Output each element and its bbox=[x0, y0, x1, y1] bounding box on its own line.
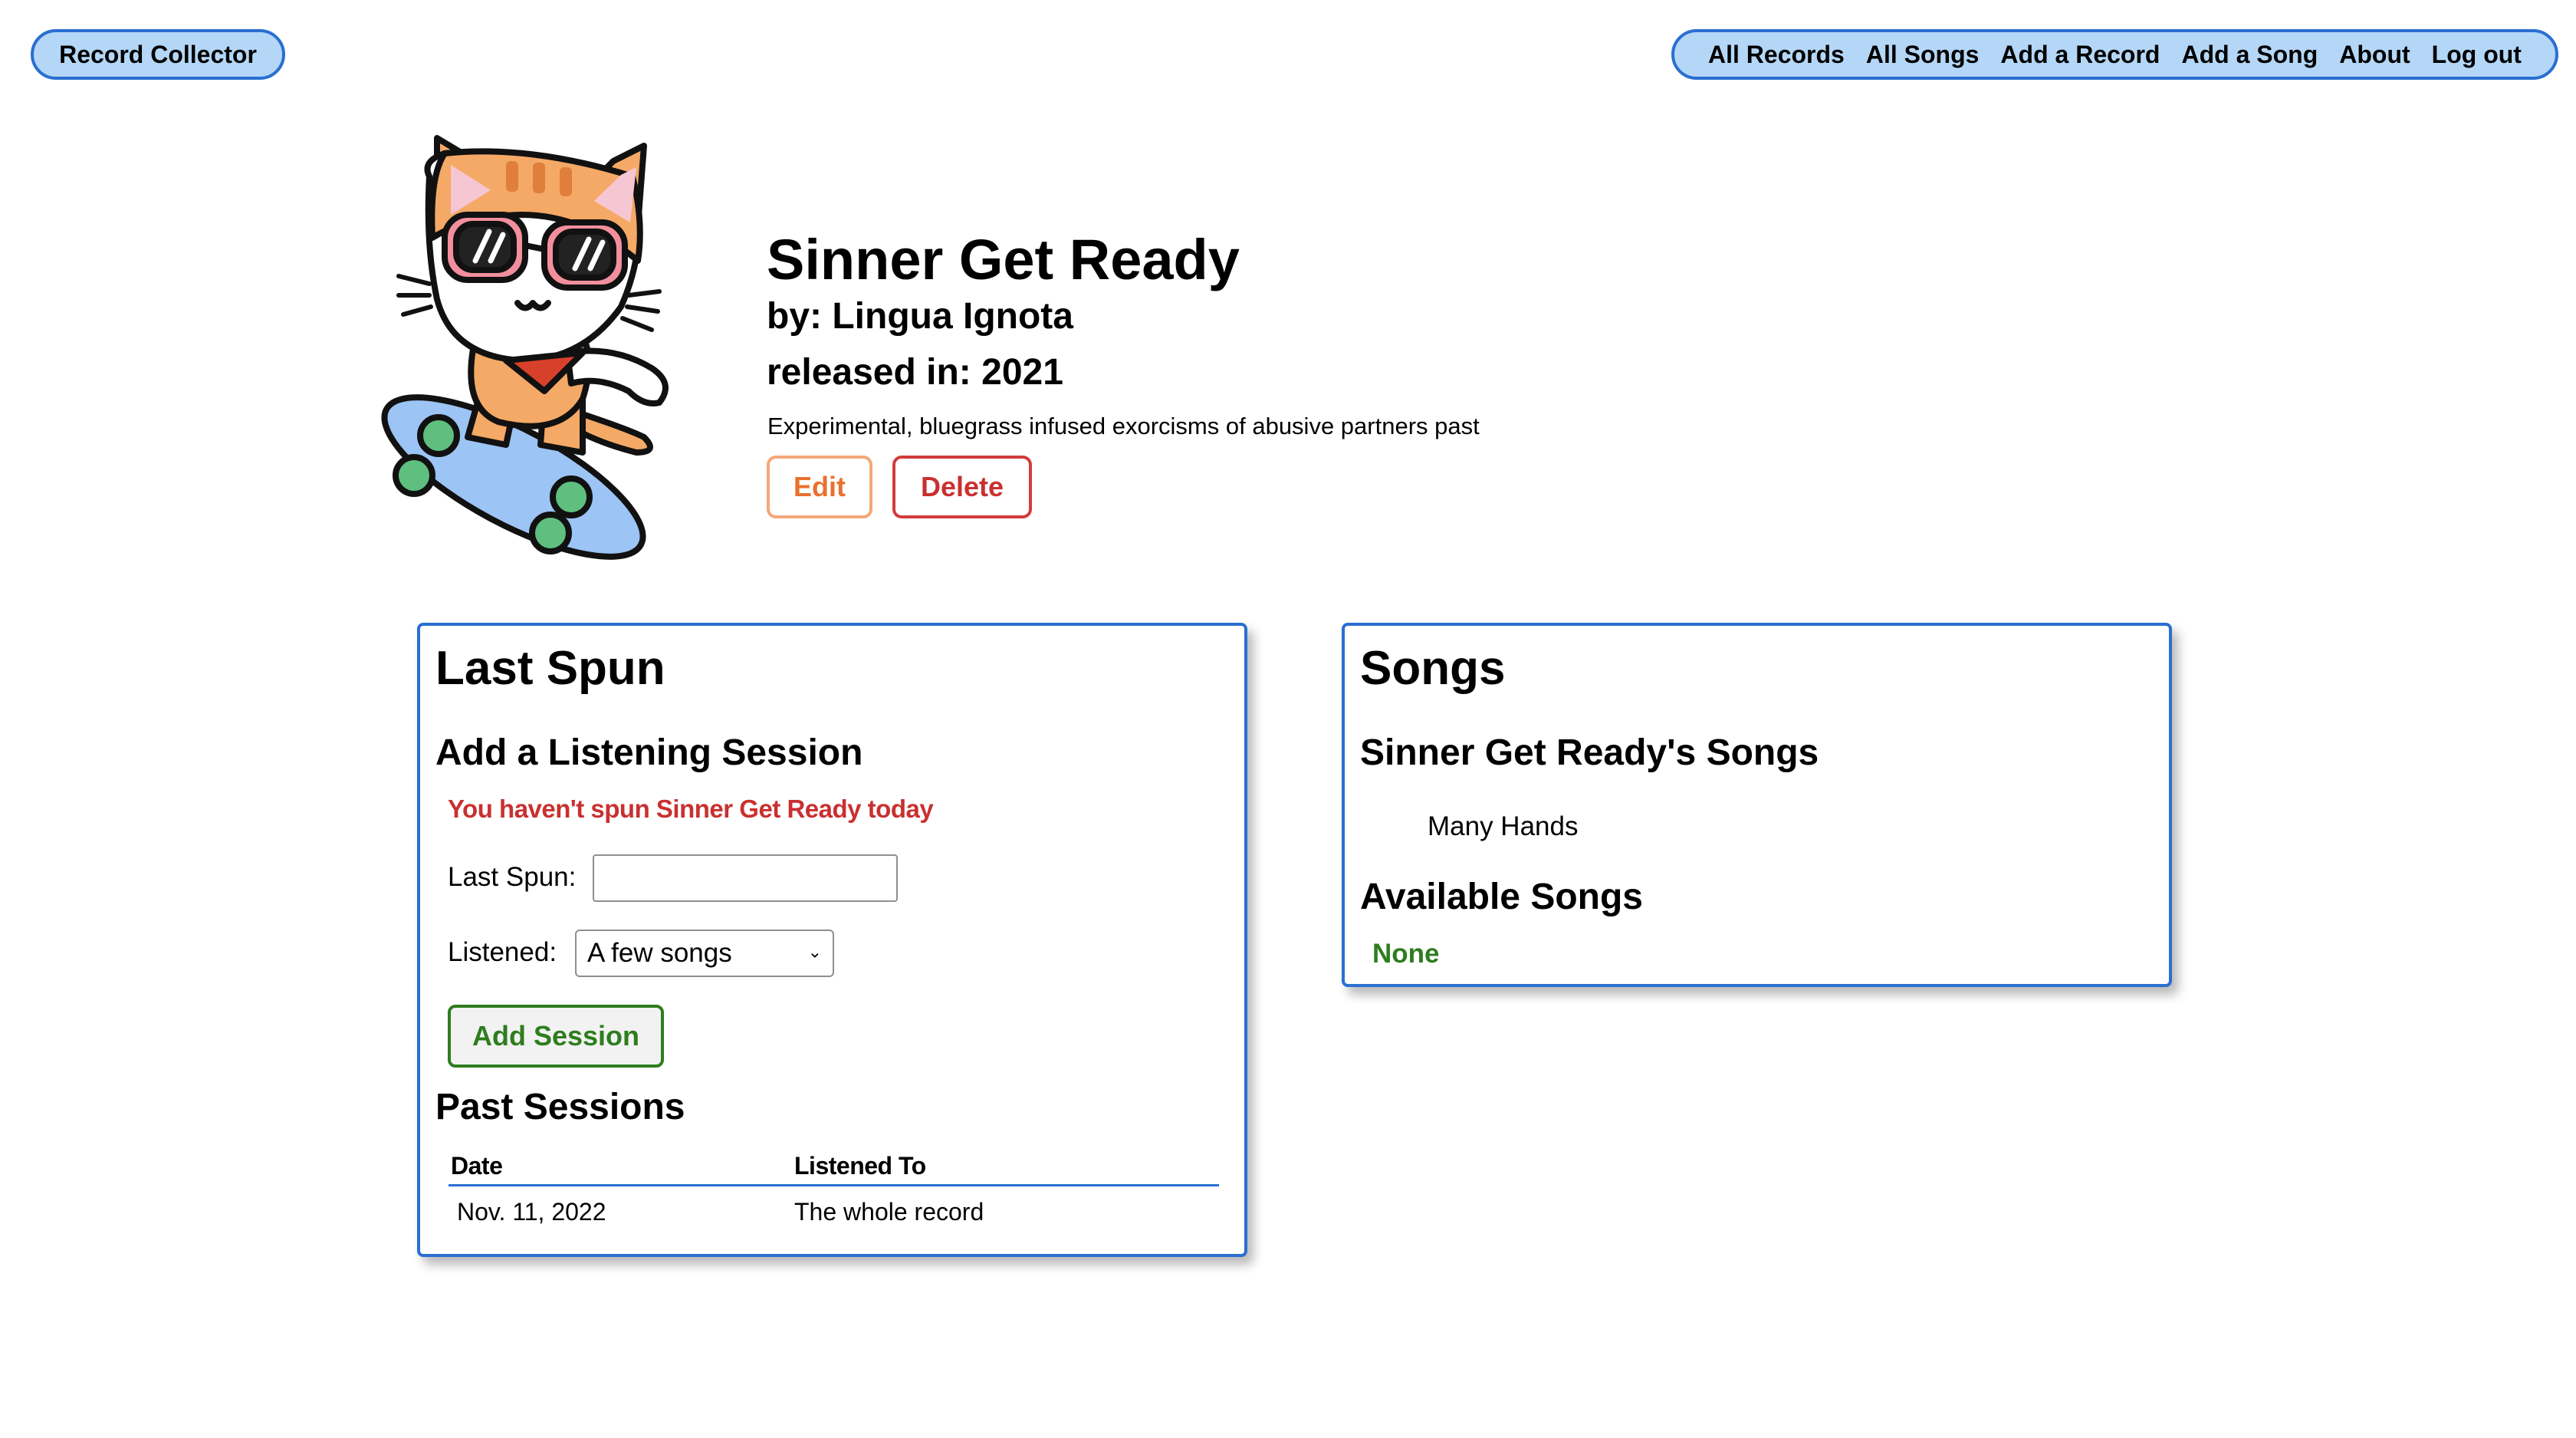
add-session-heading: Add a Listening Session bbox=[435, 732, 863, 773]
available-songs-heading: Available Songs bbox=[1360, 877, 1643, 917]
listened-selected-value: A few songs bbox=[587, 938, 732, 968]
skateboarding-cat-icon bbox=[353, 130, 736, 575]
nav-link-add-record[interactable]: Add a Record bbox=[2000, 41, 2160, 69]
listened-label: Listened: bbox=[448, 937, 557, 967]
nav-link-all-records[interactable]: All Records bbox=[1708, 41, 1845, 69]
last-spun-date-input[interactable] bbox=[593, 854, 898, 902]
record-title: Sinner Get Ready bbox=[767, 228, 1240, 291]
available-songs-empty: None bbox=[1372, 939, 1440, 969]
brand-home-link[interactable]: Record Collector bbox=[31, 29, 285, 80]
nav-link-logout[interactable]: Log out bbox=[2432, 41, 2522, 69]
session-listened-cell: The whole record bbox=[794, 1198, 984, 1226]
record-release-year: released in: 2021 bbox=[767, 352, 1063, 393]
last-spun-card: Last Spun Add a Listening Session You ha… bbox=[417, 623, 1247, 1257]
last-spun-heading: Last Spun bbox=[435, 642, 665, 695]
nav-link-all-songs[interactable]: All Songs bbox=[1866, 41, 1980, 69]
record-description: Experimental, bluegrass infused exorcism… bbox=[767, 413, 1480, 439]
table-header-date: Date bbox=[451, 1152, 503, 1180]
not-spun-warning: You haven't spun Sinner Get Ready today bbox=[448, 795, 934, 823]
brand-label: Record Collector bbox=[59, 40, 257, 68]
last-spun-label: Last Spun: bbox=[448, 862, 577, 892]
chevron-down-icon: ⌄ bbox=[807, 942, 822, 962]
past-sessions-heading: Past Sessions bbox=[435, 1087, 685, 1127]
listened-select[interactable]: A few songs ⌄ bbox=[575, 930, 834, 977]
table-header-divider bbox=[449, 1184, 1219, 1186]
record-artist: by: Lingua Ignota bbox=[767, 296, 1073, 337]
session-date-cell: Nov. 11, 2022 bbox=[457, 1198, 606, 1226]
nav-link-about[interactable]: About bbox=[2339, 41, 2410, 69]
list-item: Many Hands bbox=[1428, 811, 1579, 841]
songs-card: Songs Sinner Get Ready's Songs Many Hand… bbox=[1342, 623, 2172, 987]
main-nav: All Records All Songs Add a Record Add a… bbox=[1671, 29, 2558, 80]
add-session-button[interactable]: Add Session bbox=[448, 1005, 664, 1068]
delete-button[interactable]: Delete bbox=[892, 456, 1032, 518]
edit-button[interactable]: Edit bbox=[767, 456, 872, 518]
songs-heading: Songs bbox=[1360, 642, 1506, 695]
table-header-listened-to: Listened To bbox=[794, 1152, 926, 1180]
nav-link-add-song[interactable]: Add a Song bbox=[2181, 41, 2318, 69]
record-songs-heading: Sinner Get Ready's Songs bbox=[1360, 732, 1819, 773]
